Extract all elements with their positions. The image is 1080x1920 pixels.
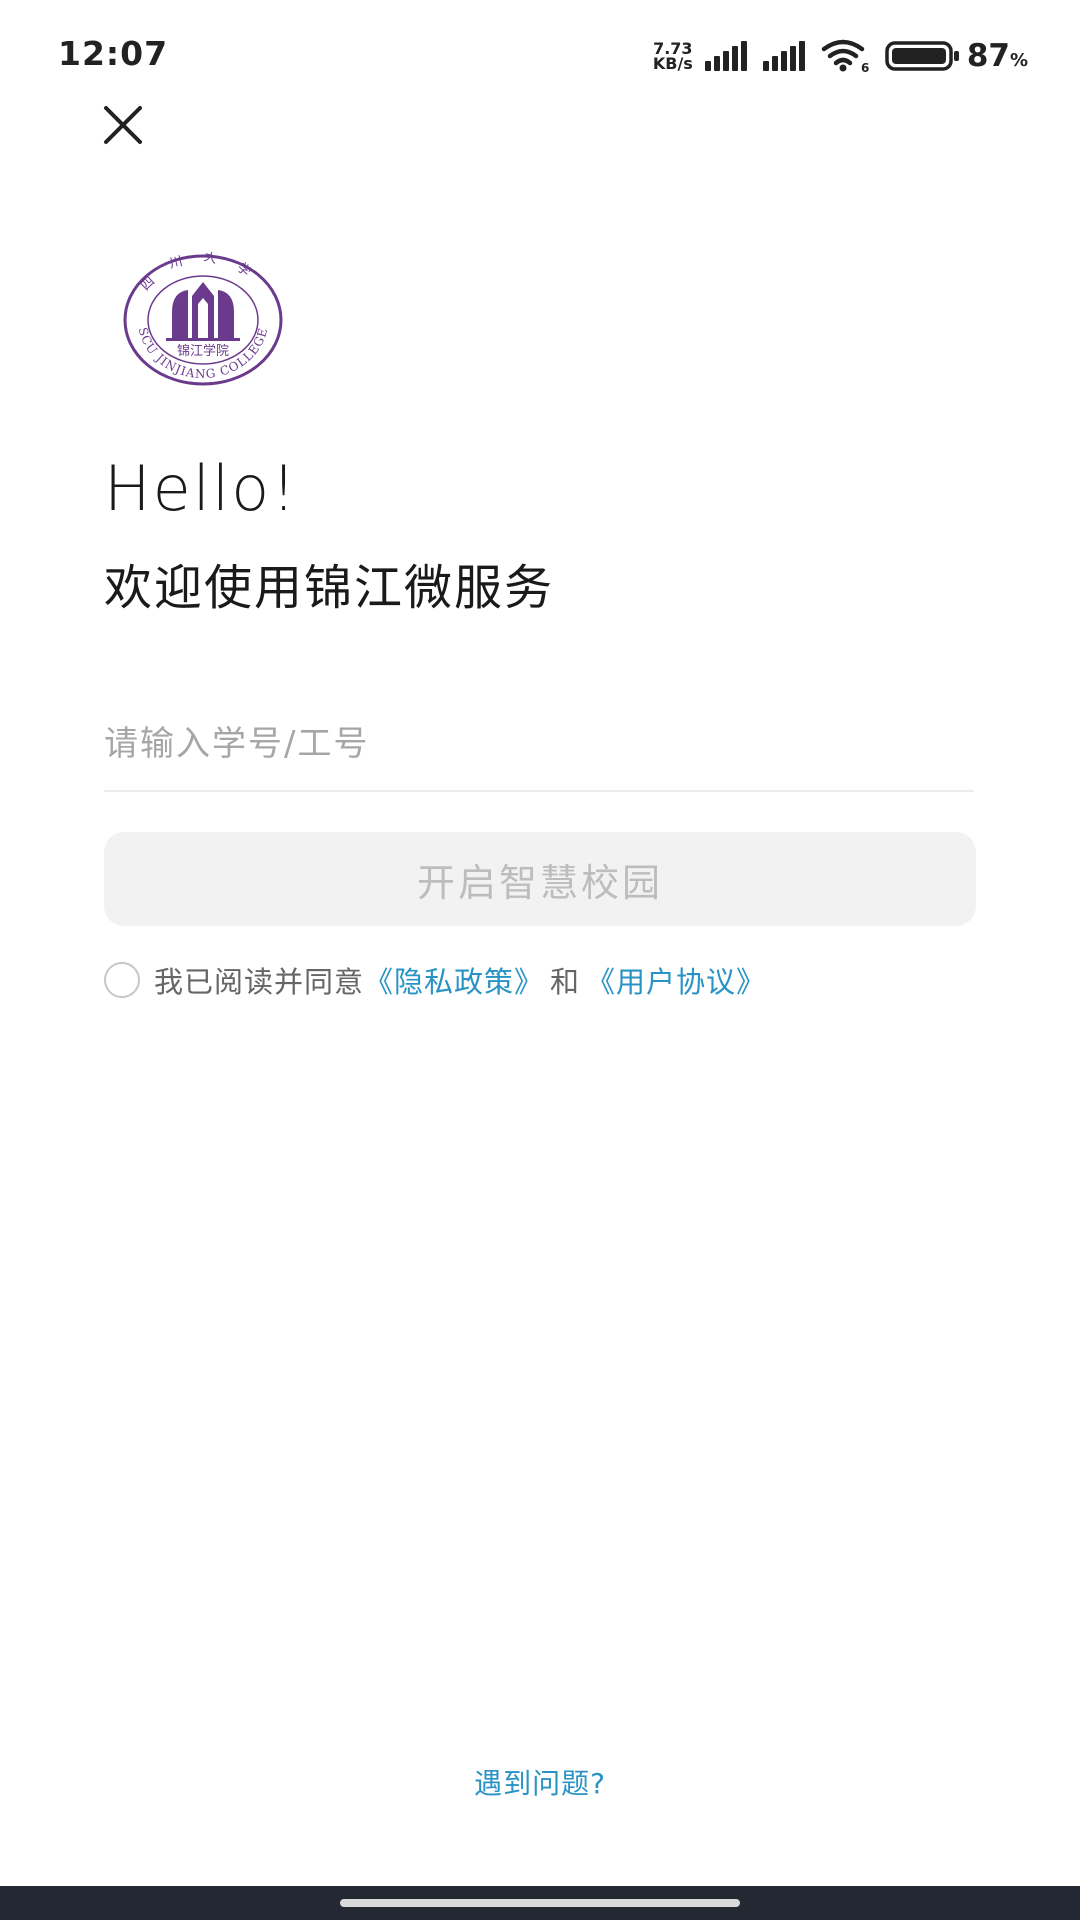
logo-inner-text: 锦江学院 xyxy=(177,343,229,359)
status-icons: 7.73 KB/s 6 87% xyxy=(653,36,1028,76)
status-bar: 12:07 7.73 KB/s 6 87% xyxy=(0,0,1080,110)
agreement-prefix: 我已阅读并同意 xyxy=(154,965,365,999)
battery-value: 87 xyxy=(966,38,1010,74)
agreement-and: 和 xyxy=(550,965,581,999)
cellular-signal-icon-2 xyxy=(762,41,805,71)
close-icon[interactable] xyxy=(96,98,150,152)
student-id-field-container xyxy=(104,706,974,792)
privacy-policy-link[interactable]: 《隐私政策》 xyxy=(364,959,544,1001)
network-speed: 7.73 KB/s xyxy=(652,41,693,73)
network-speed-unit: KB/s xyxy=(652,54,693,73)
agreement-row: 我已阅读并同意 《隐私政策》 和 《用户协议》 xyxy=(104,960,766,1000)
battery-icon xyxy=(885,41,959,71)
student-id-input[interactable] xyxy=(104,706,974,782)
battery-percentage: 87% xyxy=(967,38,1028,74)
status-time: 12:07 xyxy=(58,34,169,73)
home-indicator[interactable] xyxy=(340,1899,740,1907)
battery-unit: % xyxy=(1009,50,1028,71)
user-agreement-link[interactable]: 《用户协议》 xyxy=(586,959,766,1001)
greeting-hello: Hello! xyxy=(104,452,299,525)
wifi-icon: 6 xyxy=(821,39,869,73)
cellular-signal-icon xyxy=(704,41,747,71)
agreement-radio[interactable] xyxy=(104,962,140,998)
school-logo-icon: SCU JINJIANG COLLEGE 四川大学 锦江学院 xyxy=(123,252,283,386)
wifi-badge: 6 xyxy=(861,61,869,73)
navigation-bar xyxy=(0,1886,1080,1920)
help-link[interactable]: 遇到问题? xyxy=(0,1762,1080,1802)
enter-campus-button[interactable]: 开启智慧校园 xyxy=(104,832,976,926)
greeting-welcome: 欢迎使用锦江微服务 xyxy=(104,560,555,616)
